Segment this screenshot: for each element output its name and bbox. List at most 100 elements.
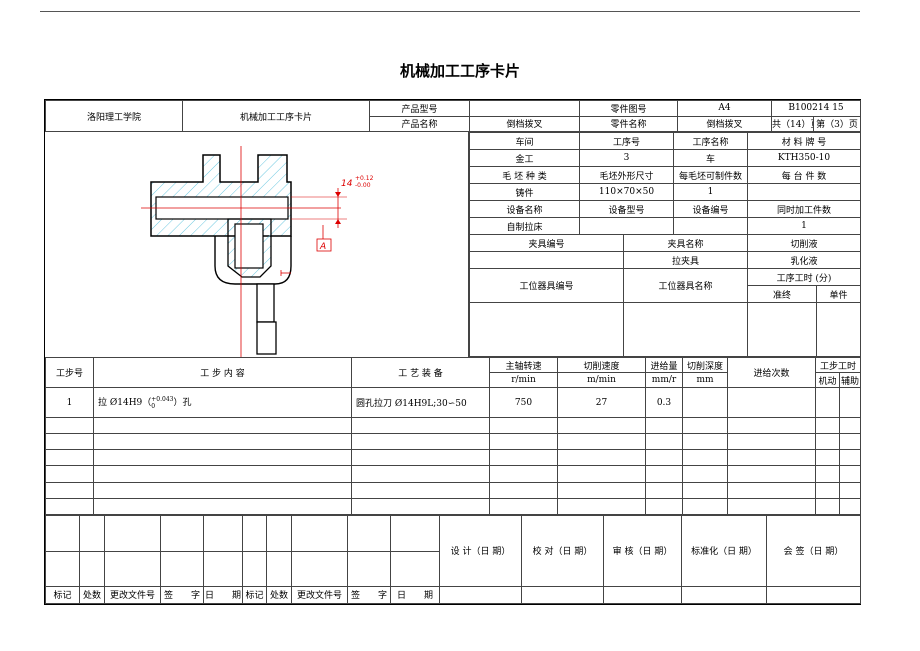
dim-tol-lower: -0.00 xyxy=(355,182,371,189)
material-value[interactable]: KTH350-10 xyxy=(747,149,862,167)
page-title: 机械加工工序卡片 xyxy=(399,62,520,80)
blank-type-value[interactable]: 铸件 xyxy=(469,183,580,201)
step-no[interactable]: 1 xyxy=(45,387,94,418)
process-name-value[interactable]: 车 xyxy=(673,149,749,167)
col-spindle-unit: r/min xyxy=(489,372,558,388)
step-content-text: 拉 Ø14H9（ xyxy=(98,398,152,409)
col-spindle-speed: 主轴转速 xyxy=(489,357,558,373)
table-row xyxy=(45,416,862,435)
step-speed[interactable]: 750 xyxy=(489,387,558,418)
header-table: 洛阳理工学院 机械加工工序卡片 产品型号 零件图号 A4 B100214 15 … xyxy=(45,100,862,132)
step-tolerance: +0.043 0 xyxy=(151,396,173,410)
product-model-value[interactable] xyxy=(469,100,580,117)
change-doc-label: 更改文件号 xyxy=(104,585,161,605)
datum-label: A xyxy=(319,242,326,252)
station-name-value[interactable] xyxy=(622,302,749,357)
table-row xyxy=(45,433,862,451)
unit-value[interactable] xyxy=(816,302,862,357)
step-cut-speed[interactable]: 27 xyxy=(557,387,646,418)
shaft xyxy=(256,283,275,323)
count-label-2: 处数 xyxy=(266,585,292,605)
tol-lower: 0 xyxy=(151,402,156,410)
process-name-label: 工序名称 xyxy=(673,132,749,150)
step-feed[interactable]: 0.3 xyxy=(645,387,683,418)
coolant-label: 切削液 xyxy=(747,234,862,252)
simul-value[interactable]: 1 xyxy=(747,217,862,235)
sign-label: 签 字 xyxy=(160,585,204,605)
unit-label: 单件 xyxy=(816,285,862,303)
col-aux-time: 辅助 xyxy=(838,372,862,388)
tol-upper: +0.043 xyxy=(151,395,174,403)
col-feed-unit: mm/r xyxy=(645,372,683,388)
step-depth[interactable] xyxy=(682,387,728,418)
school-name: 洛阳理工学院 xyxy=(45,100,183,132)
simul-label: 同时加工件数 xyxy=(747,200,862,218)
blank-size-value[interactable]: 110×70×50 xyxy=(578,183,675,201)
part-name-value[interactable]: 倒档拨叉 xyxy=(677,115,772,132)
part-drawing: 14 +0.12 -0.00 A xyxy=(141,146,374,357)
dim-tol-upper: +0.12 xyxy=(355,175,374,182)
product-name-value[interactable]: 倒档拨叉 xyxy=(469,115,580,132)
col-process-equip: 工 艺 装 备 xyxy=(351,357,490,388)
count-label: 处数 xyxy=(79,585,105,605)
workshop-value[interactable]: 金工 xyxy=(469,149,580,167)
station-name-label: 工位器具名称 xyxy=(622,268,749,303)
blank-type-label: 毛 坯 种 类 xyxy=(469,166,580,184)
col-cutting-speed: 切削速度 xyxy=(557,357,646,373)
step-passes[interactable] xyxy=(727,387,816,418)
process-no-value[interactable]: 3 xyxy=(578,149,675,167)
per-machine-label: 每 台 件 数 xyxy=(747,166,862,184)
sign-label-2: 签 字 xyxy=(347,585,391,605)
card-title: 机械加工工序卡片 xyxy=(182,100,370,132)
mark-label-2: 标记 xyxy=(242,585,267,605)
blank-size-label: 毛坯外形尺寸 xyxy=(578,166,675,184)
time-label: 工序工时 (分) xyxy=(747,268,862,286)
product-name-label: 产品名称 xyxy=(369,115,470,132)
review-date: 审 核（日 期） xyxy=(603,515,682,587)
col-step-content: 工 步 内 容 xyxy=(93,357,352,388)
page-number: 第（3）页 xyxy=(812,115,862,132)
fixture-name-value[interactable]: 拉夹具 xyxy=(622,251,749,269)
table-row xyxy=(45,497,862,516)
station-no-value[interactable] xyxy=(469,302,624,357)
equip-no-value[interactable] xyxy=(673,217,749,235)
per-blank-label: 每毛坯可制件数 xyxy=(673,166,749,184)
fixture-name-label: 夹具名称 xyxy=(622,234,749,252)
per-machine-value[interactable] xyxy=(747,183,862,201)
dim-value: 14 xyxy=(341,179,353,189)
date-label: 日 期 xyxy=(203,585,243,605)
total-pages: 共（14）页 xyxy=(771,115,814,132)
dim-arrow-top xyxy=(335,192,341,197)
drawing-area: 14 +0.12 -0.00 A xyxy=(45,132,469,357)
equip-name-value[interactable]: 自制拉床 xyxy=(469,217,580,235)
doc-code[interactable]: B100214 15 xyxy=(770,100,862,117)
material-label: 材 料 牌 号 xyxy=(747,132,862,150)
process-card: 洛阳理工学院 机械加工工序卡片 产品型号 零件图号 A4 B100214 15 … xyxy=(44,99,862,605)
col-cutting-unit: m/min xyxy=(557,372,646,388)
col-depth-unit: mm xyxy=(682,372,728,388)
step-equip[interactable]: 圆孔拉刀 Ø14H9L;30∽50 xyxy=(351,387,490,418)
per-blank-value[interactable]: 1 xyxy=(673,183,749,201)
coolant-value[interactable]: 乳化液 xyxy=(747,251,862,269)
part-drawing-value[interactable]: A4 xyxy=(677,100,772,117)
change-doc-label-2: 更改文件号 xyxy=(291,585,348,605)
prep-value[interactable] xyxy=(747,302,818,357)
step-machine[interactable] xyxy=(815,387,840,418)
standard-date: 标准化（日 期） xyxy=(681,515,767,587)
fixture-no-value[interactable] xyxy=(469,251,624,269)
col-step-time: 工步工时 xyxy=(814,357,862,373)
workshop-label: 车间 xyxy=(469,132,580,150)
col-step-no: 工步号 xyxy=(45,357,94,388)
step-aux[interactable] xyxy=(838,387,862,418)
top-rule xyxy=(40,11,860,12)
equip-model-value[interactable] xyxy=(578,217,675,235)
boss-hole xyxy=(234,223,264,269)
design-date: 设 计（日 期） xyxy=(439,515,522,587)
product-model-label: 产品型号 xyxy=(369,100,470,117)
col-machine-time: 机动 xyxy=(815,372,840,388)
table-row xyxy=(45,465,862,483)
check-date: 校 对（日 期） xyxy=(521,515,604,587)
date-label-2: 日 期 xyxy=(390,585,440,605)
step-content[interactable]: 拉 Ø14H9（+0.043 0 ）孔 xyxy=(93,387,352,418)
equip-name-label: 设备名称 xyxy=(469,200,580,218)
